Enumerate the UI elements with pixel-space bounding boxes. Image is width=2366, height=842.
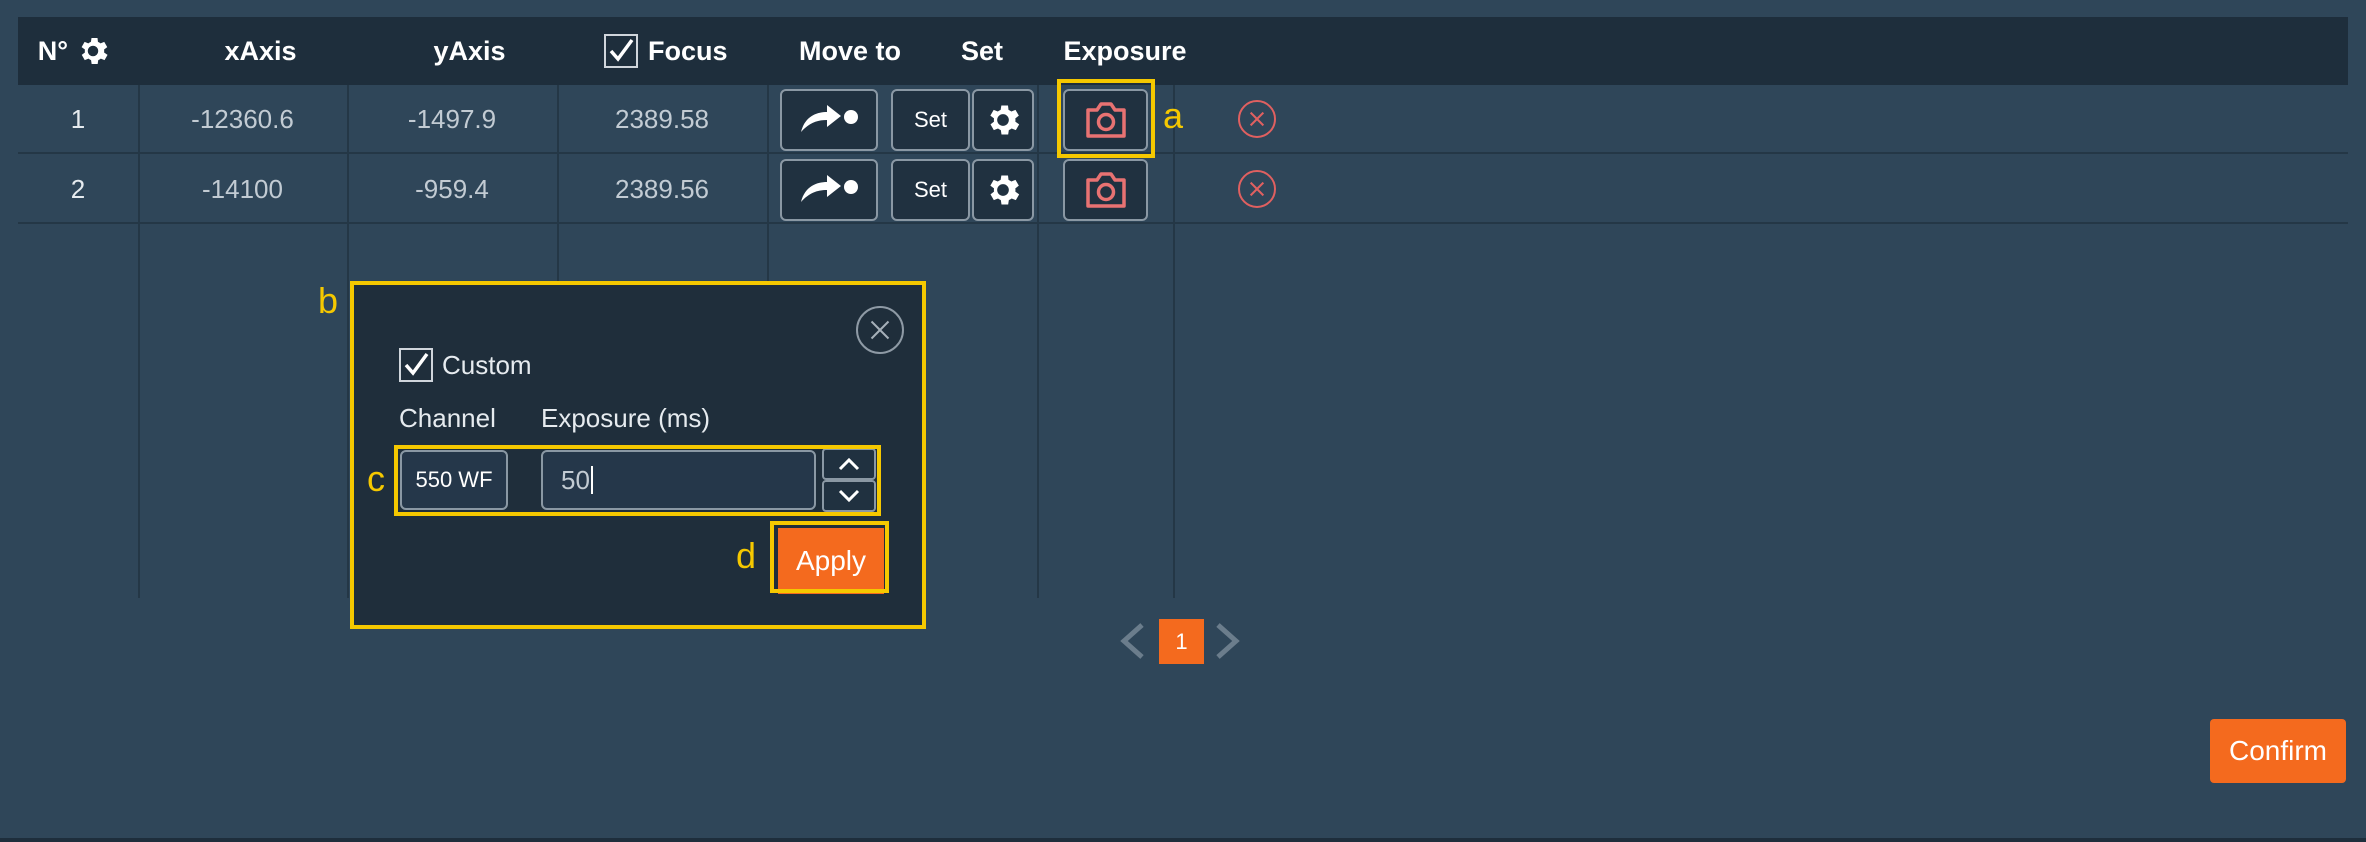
remove-icon[interactable] bbox=[1238, 170, 1276, 208]
set-button-label: Set bbox=[913, 107, 948, 132]
annotation-label-d: d bbox=[736, 535, 757, 576]
arrow-move-icon bbox=[801, 175, 858, 202]
header-exposure: Exposure bbox=[1063, 36, 1187, 66]
gear-icon bbox=[990, 175, 1020, 205]
annotation-label-a: a bbox=[1163, 95, 1184, 136]
header-focus: Focus bbox=[648, 36, 728, 66]
gear-icon[interactable] bbox=[75, 33, 111, 69]
pagination-page-current[interactable]: 1 bbox=[1159, 619, 1204, 664]
pagination-page-label: 1 bbox=[1175, 628, 1188, 654]
set-button-label: Set bbox=[913, 177, 948, 202]
channel-label: Channel bbox=[399, 403, 496, 433]
annotation-box-a bbox=[1057, 79, 1155, 158]
camera-icon bbox=[1085, 172, 1126, 208]
custom-checkbox[interactable] bbox=[399, 348, 433, 382]
arrow-move-icon bbox=[801, 105, 858, 132]
annotation-label-c: c bbox=[367, 458, 385, 499]
row-xaxis: -12360.6 bbox=[191, 104, 294, 134]
move-to-button[interactable] bbox=[780, 89, 878, 151]
close-icon[interactable] bbox=[856, 306, 904, 354]
bottom-border bbox=[0, 838, 2366, 842]
row-number: 2 bbox=[70, 174, 86, 204]
checkbox-icon bbox=[404, 352, 429, 376]
table-header: N° xAxis yAxis Focus Move to Set Exposur… bbox=[18, 17, 2348, 85]
remove-icon[interactable] bbox=[1238, 100, 1276, 138]
exposure-popup: Custom Channel Exposure (ms) 550 WF 50 A… bbox=[350, 281, 926, 629]
annotation-box-d bbox=[770, 521, 889, 593]
header-xaxis: xAxis bbox=[224, 36, 297, 66]
confirm-button-label: Confirm bbox=[2228, 735, 2327, 766]
row-yaxis: -959.4 bbox=[415, 174, 489, 204]
set-button[interactable]: Set bbox=[891, 159, 970, 221]
chevron-right-icon[interactable] bbox=[1212, 621, 1244, 666]
positions-page: N° xAxis yAxis Focus Move to Set Exposur… bbox=[0, 0, 2366, 842]
header-set: Set bbox=[960, 36, 1004, 66]
row-focus: 2389.56 bbox=[615, 174, 709, 204]
header-move-to: Move to bbox=[798, 36, 901, 66]
row-yaxis: -1497.9 bbox=[407, 104, 497, 134]
focus-checkbox[interactable] bbox=[604, 34, 638, 68]
exposure-camera-button[interactable] bbox=[1063, 159, 1148, 221]
gear-icon bbox=[990, 105, 1020, 135]
row-number: 1 bbox=[70, 104, 86, 134]
row-xaxis: -14100 bbox=[202, 174, 283, 204]
set-button[interactable]: Set bbox=[891, 89, 970, 151]
position-settings-button[interactable] bbox=[972, 159, 1034, 221]
table-row: 2 -14100 -959.4 2389.56 Set bbox=[18, 155, 2348, 224]
confirm-button[interactable]: Confirm bbox=[2210, 719, 2346, 783]
annotation-box-c bbox=[394, 445, 881, 516]
chevron-left-icon[interactable] bbox=[1116, 621, 1148, 666]
exposure-label: Exposure (ms) bbox=[541, 403, 711, 433]
row-focus: 2389.58 bbox=[615, 104, 709, 134]
move-to-button[interactable] bbox=[780, 159, 878, 221]
header-number: N° bbox=[37, 36, 68, 66]
checkbox-icon bbox=[609, 38, 634, 62]
position-settings-button[interactable] bbox=[972, 89, 1034, 151]
header-yaxis: yAxis bbox=[433, 36, 506, 66]
custom-label: Custom bbox=[442, 350, 532, 380]
annotation-label-b: b bbox=[318, 280, 339, 321]
